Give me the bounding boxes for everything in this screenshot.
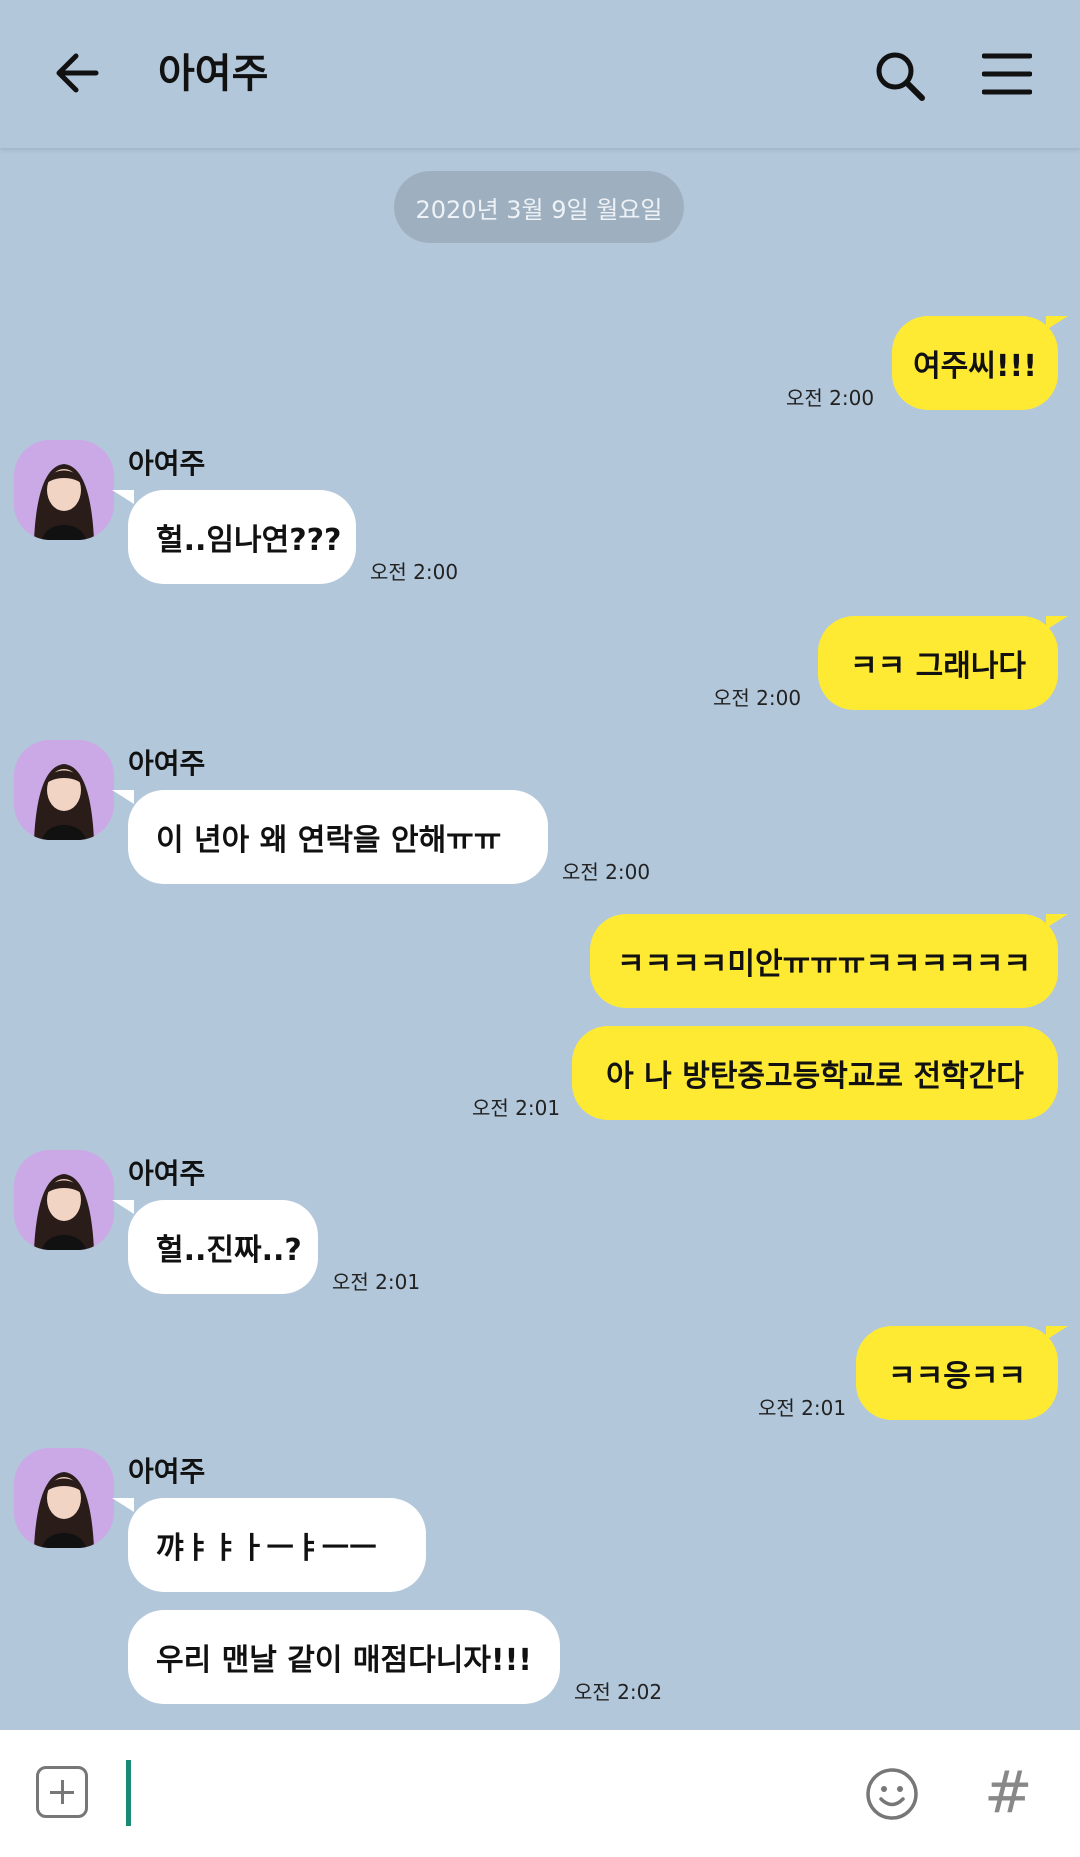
plus-square-icon[interactable]	[36, 1766, 88, 1818]
friend-message-bubble[interactable]: 꺄ㅑㅑㅏㅡㅑㅡㅡ	[128, 1498, 426, 1592]
friend-message-bubble[interactable]: 헐..진짜..?	[128, 1200, 318, 1294]
sender-name: 아여주	[128, 447, 206, 480]
avatar[interactable]	[14, 1448, 114, 1548]
message-time: 오전 2:01	[332, 1270, 421, 1294]
message-input[interactable]	[126, 1760, 131, 1826]
bubble-tail	[1046, 616, 1068, 630]
my-message-bubble[interactable]: 여주씨!!!	[892, 316, 1058, 410]
smiley-icon[interactable]	[864, 1766, 920, 1822]
message-time: 오전 2:00	[713, 686, 802, 710]
arrow-left-icon[interactable]	[52, 48, 102, 98]
message-time: 오전 2:01	[472, 1096, 561, 1120]
friend-message-bubble[interactable]: 우리 맨날 같이 매점다니자!!!	[128, 1610, 560, 1704]
friend-message-bubble[interactable]: 이 년아 왜 연락을 안해ㅠㅠ	[128, 790, 548, 884]
chat-header: 아여주	[0, 0, 1080, 148]
bubble-tail	[112, 490, 134, 504]
date-divider: 2020년 3월 9일 월요일	[394, 171, 684, 243]
message-time: 오전 2:02	[574, 1680, 663, 1704]
my-message-bubble[interactable]: ㅋㅋ응ㅋㅋ	[856, 1326, 1058, 1420]
my-message-bubble[interactable]: ㅋㅋ 그래나다	[818, 616, 1058, 710]
message-time: 오전 2:00	[370, 560, 459, 584]
avatar[interactable]	[14, 440, 114, 540]
message-time: 오전 2:00	[562, 860, 651, 884]
bubble-tail	[1046, 1326, 1068, 1340]
my-message-bubble[interactable]: 아 나 방탄중고등학교로 전학간다	[572, 1026, 1058, 1120]
bubble-tail	[112, 790, 134, 804]
bubble-tail	[112, 1200, 134, 1214]
message-input-bar: #	[0, 1730, 1080, 1857]
search-icon[interactable]	[874, 50, 926, 102]
sender-name: 아여주	[128, 1157, 206, 1190]
bubble-tail	[112, 1498, 134, 1512]
sender-name: 아여주	[128, 747, 206, 780]
sender-name: 아여주	[128, 1455, 206, 1488]
hamburger-menu-icon[interactable]	[982, 52, 1032, 96]
avatar[interactable]	[14, 1150, 114, 1250]
hash-icon[interactable]: #	[984, 1756, 1033, 1828]
bubble-tail	[1046, 914, 1068, 928]
friend-message-bubble[interactable]: 헐..임나연???	[128, 490, 356, 584]
chat-title: 아여주	[158, 51, 269, 97]
message-time: 오전 2:01	[758, 1396, 847, 1420]
my-message-bubble[interactable]: ㅋㅋㅋㅋ미안ㅠㅠㅠㅋㅋㅋㅋㅋㅋ	[590, 914, 1058, 1008]
bubble-tail	[1046, 316, 1068, 330]
message-time: 오전 2:00	[786, 386, 875, 410]
avatar[interactable]	[14, 740, 114, 840]
